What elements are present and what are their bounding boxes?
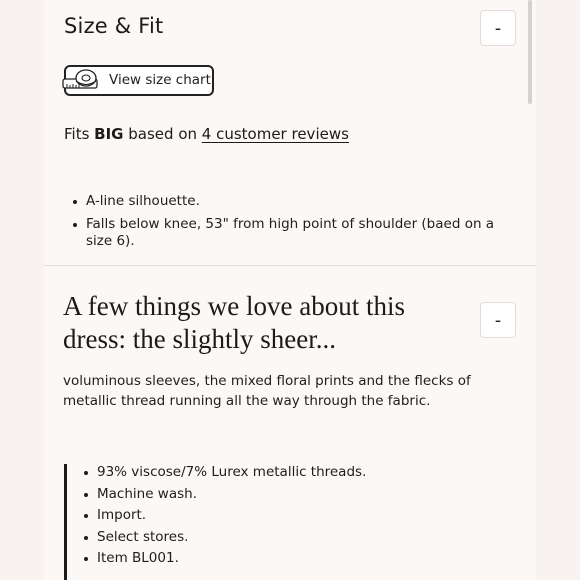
product-description-heading: A few things we love about this dress: t… <box>63 291 405 354</box>
list-item: Import. <box>75 507 504 524</box>
section-divider <box>44 265 536 266</box>
product-details-page: Size & Fit - View size chart Fits BIG ba… <box>0 0 580 580</box>
minus-icon: - <box>494 309 502 331</box>
fit-prefix: Fits <box>64 125 95 143</box>
list-item: Item BL001. <box>75 550 504 567</box>
minus-icon: - <box>494 17 502 39</box>
product-description-text: voluminous sleeves, the mixed floral pri… <box>63 373 471 409</box>
fit-middle: based on <box>123 125 202 143</box>
fit-summary: Fits BIG based on 4 customer reviews <box>64 125 349 143</box>
customer-reviews-link[interactable]: 4 customer reviews <box>202 125 349 143</box>
product-details-list-wrapper: 93% viscose/7% Lurex metallic threads. M… <box>64 464 504 580</box>
list-item: A-line silhouette. <box>64 193 514 210</box>
details-collapse-button[interactable]: - <box>480 302 516 338</box>
fit-value: BIG <box>94 125 124 143</box>
size-fit-collapse-button[interactable]: - <box>480 10 516 46</box>
list-item: 93% viscose/7% Lurex metallic threads. <box>75 464 504 481</box>
list-item: Falls below knee, 53" from high point of… <box>64 216 514 250</box>
size-fit-bullet-list: A-line silhouette. Falls below knee, 53"… <box>64 193 514 256</box>
view-size-chart-button[interactable]: View size chart <box>62 65 214 96</box>
list-item: Machine wash. <box>75 486 504 503</box>
view-size-chart-label: View size chart <box>109 72 211 88</box>
scrollbar[interactable] <box>528 0 532 104</box>
size-fit-title: Size & Fit <box>64 14 164 38</box>
product-details-bullet-list: 93% viscose/7% Lurex metallic threads. M… <box>75 464 504 567</box>
list-item: Select stores. <box>75 529 504 546</box>
measuring-tape-icon <box>62 69 98 89</box>
